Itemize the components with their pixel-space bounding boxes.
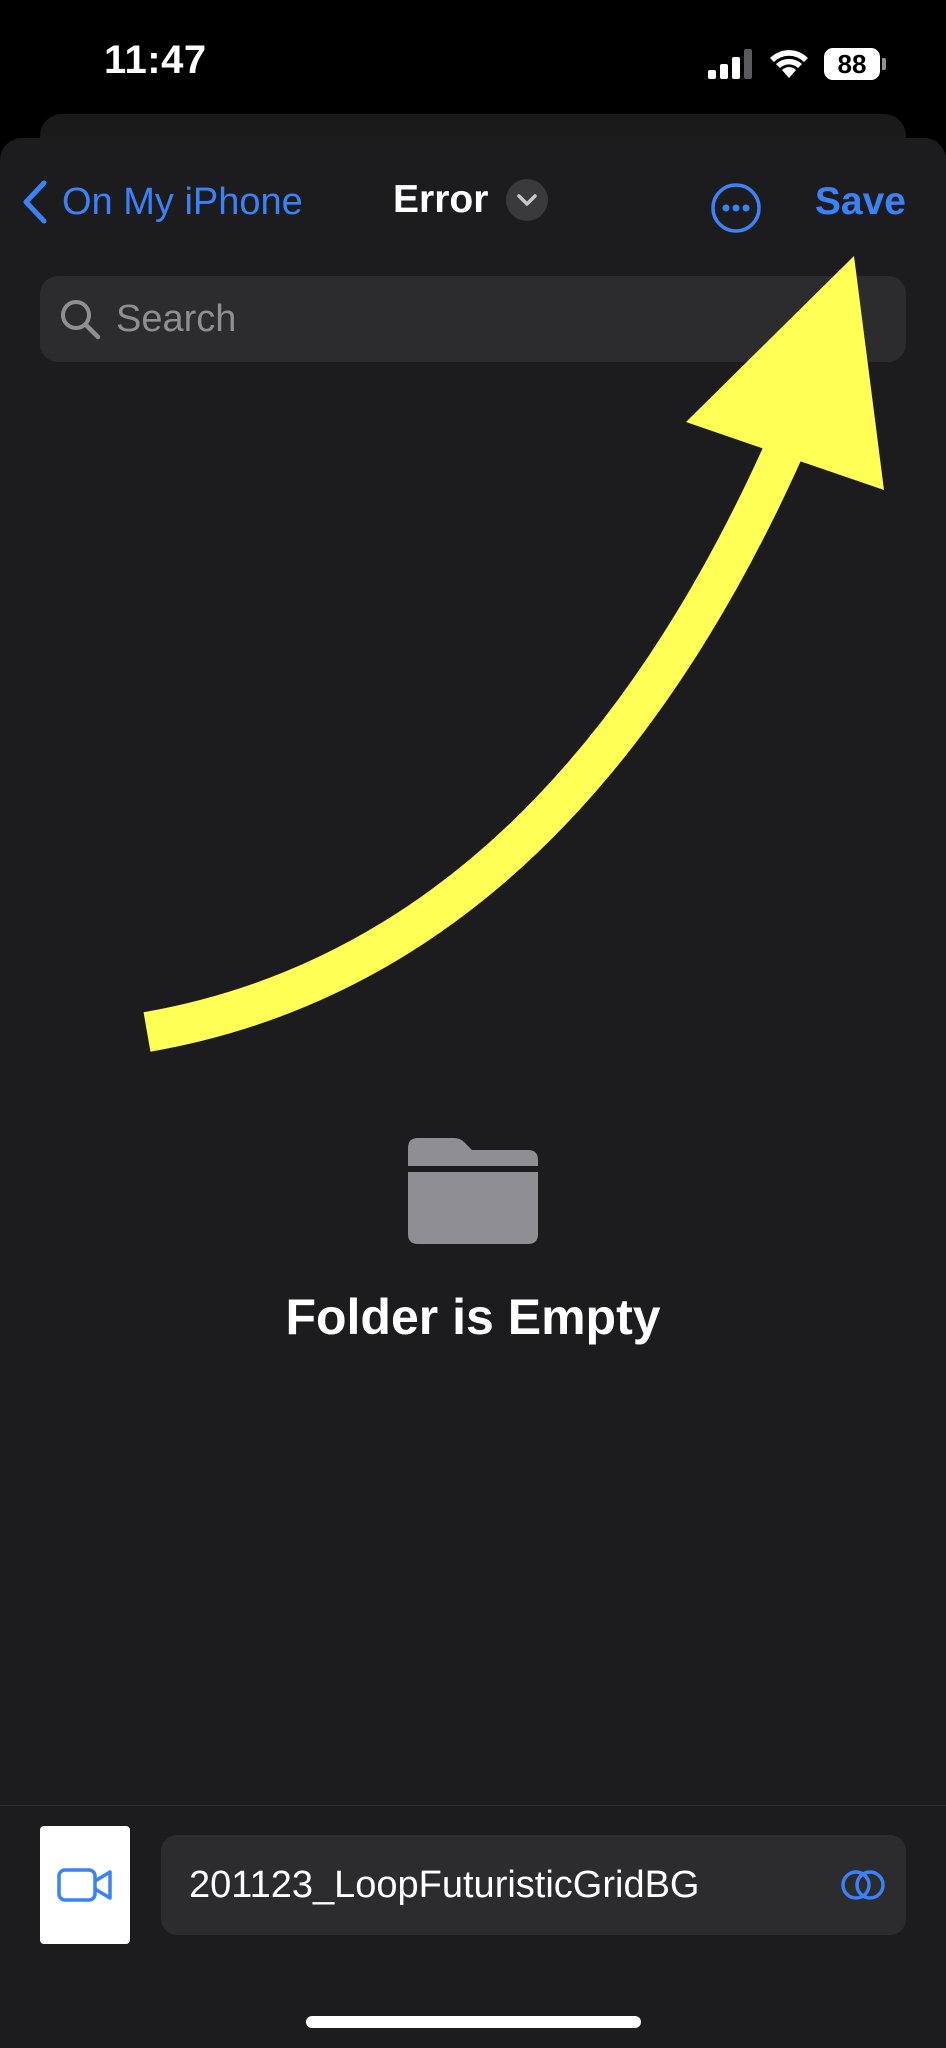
save-sheet: On My iPhone Error Save Search Folder is… [0, 138, 946, 2048]
status-icons: 88 [708, 44, 886, 84]
battery-level: 88 [824, 48, 880, 80]
cellular-signal-icon [708, 49, 752, 79]
tags-icon[interactable] [840, 1869, 886, 1901]
folder-icon [408, 1138, 538, 1244]
save-button[interactable]: Save [815, 180, 906, 224]
search-icon [61, 300, 101, 340]
navigation-bar: On My iPhone Error Save [0, 138, 946, 276]
more-options-icon[interactable] [710, 182, 762, 234]
folder-title-menu[interactable]: Error [393, 178, 549, 222]
filename-field[interactable] [161, 1835, 906, 1935]
status-time: 11:47 [104, 38, 207, 82]
filename-input[interactable] [187, 1862, 811, 1908]
chevron-down-icon [506, 179, 549, 221]
back-button-label: On My iPhone [62, 180, 303, 223]
search-input[interactable] [114, 296, 878, 342]
wifi-icon [770, 50, 808, 78]
battery-indicator: 88 [824, 47, 886, 81]
empty-state-message: Folder is Empty [285, 1289, 661, 1345]
empty-state: Folder is Empty [0, 1138, 946, 1346]
video-camera-icon [57, 1868, 112, 1902]
screen: 11:47 88 On My iPhone Error Save Search … [0, 0, 946, 2048]
page-title: Error [393, 178, 489, 221]
home-indicator[interactable] [306, 2016, 641, 2028]
chevron-left-icon [23, 180, 47, 224]
file-thumbnail [40, 1826, 130, 1944]
back-button[interactable]: On My iPhone [22, 180, 303, 224]
battery-cap [882, 58, 886, 70]
bottom-divider [0, 1805, 946, 1806]
search-bar[interactable] [40, 276, 906, 362]
